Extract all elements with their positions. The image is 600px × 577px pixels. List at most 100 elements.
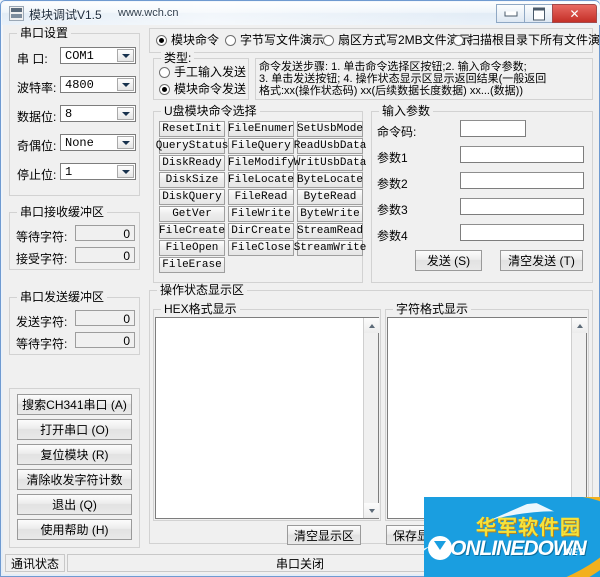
window-controls: ✕ <box>496 4 597 23</box>
param2-input[interactable] <box>460 172 584 189</box>
exit-button[interactable]: 退出 (Q) <box>17 494 132 515</box>
recv-buffer-caption: 串口接收缓冲区 <box>17 206 108 218</box>
maximize-icon <box>532 7 545 20</box>
radio-byte-write-file-demo[interactable]: 字节写文件演示 <box>225 34 324 47</box>
minimize-icon <box>504 11 517 16</box>
cmd-fileread-button[interactable]: FileRead <box>228 189 294 205</box>
cmd-filecreate-button[interactable]: FileCreate <box>159 223 225 239</box>
title-bar[interactable]: 模块调试V1.5 www.wch.cn ✕ <box>2 2 600 25</box>
char-display-caption: 字符格式显示 <box>393 303 472 315</box>
cmd-bytewrite-button[interactable]: ByteWrite <box>297 206 363 222</box>
port-combo[interactable]: COM1 <box>60 47 136 64</box>
clear-send-button[interactable]: 清空发送 (T) <box>500 250 583 271</box>
cmd-disksize-button[interactable]: DiskSize <box>159 172 225 188</box>
radio-manual-input-send[interactable]: 手工输入发送 <box>159 66 246 79</box>
cmd-diskquery-button[interactable]: DiskQuery <box>159 189 225 205</box>
char-display-scrollbar[interactable] <box>571 318 587 518</box>
radio-sector-write-2mb-demo[interactable]: 扇区方式写2MB文件演示 <box>323 34 471 47</box>
window-title: 模块调试V1.5 <box>29 8 102 22</box>
chevron-down-icon[interactable] <box>117 78 134 91</box>
chevron-down-icon[interactable] <box>117 165 134 178</box>
open-port-button[interactable]: 打开串口 (O) <box>17 419 132 440</box>
command-select-caption: U盘模块命令选择 <box>161 105 260 117</box>
close-icon: ✕ <box>569 6 580 21</box>
cmd-filemodify-button[interactable]: FileModify <box>228 155 294 171</box>
window-title-url: www.wch.cn <box>118 7 179 19</box>
cmd-fileerase-button[interactable]: FileErase <box>159 257 225 273</box>
watermark-logo: 华军软件园 ONLINEDOWN .NET <box>424 497 600 577</box>
cmd-querystatus-button[interactable]: QueryStatus <box>156 138 228 154</box>
stopbits-combo[interactable]: 1 <box>60 163 136 180</box>
param4-input[interactable] <box>460 224 584 241</box>
reset-module-button[interactable]: 复位模块 (R) <box>17 444 132 465</box>
stopbits-label: 停止位: <box>17 168 57 182</box>
cmd-byteread-button[interactable]: ByteRead <box>297 189 363 205</box>
minimize-button[interactable] <box>496 4 525 23</box>
recv-waiting-label: 等待字符: <box>16 230 68 244</box>
cmd-writusbdata-button[interactable]: WritUsbData <box>294 155 366 171</box>
cmd-streamwrite-button[interactable]: StreamWrite <box>294 240 366 256</box>
cmd-dircreate-button[interactable]: DirCreate <box>228 223 294 239</box>
recv-waiting-field: 0 <box>75 225 135 241</box>
param1-input[interactable] <box>460 146 584 163</box>
chevron-down-icon[interactable] <box>117 107 134 120</box>
scroll-up-icon[interactable] <box>364 318 379 333</box>
port-label: 串 口: <box>17 52 48 66</box>
chevron-down-icon[interactable] <box>117 49 134 62</box>
cmd-bytelocate-button[interactable]: ByteLocate <box>297 172 363 188</box>
radio-module-command[interactable]: 模块命令 <box>156 34 219 47</box>
cmd-filequery-button[interactable]: FileQuery <box>228 138 294 154</box>
databits-label: 数据位: <box>17 110 57 124</box>
cmd-setusbmode-button[interactable]: SetUsbMode <box>297 121 363 137</box>
parity-combo[interactable]: None <box>60 134 136 151</box>
send-buffer-caption: 串口发送缓冲区 <box>17 291 108 303</box>
download-arrow-icon <box>428 536 452 560</box>
close-button[interactable]: ✕ <box>552 4 597 23</box>
cmd-fileopen-button[interactable]: FileOpen <box>159 240 225 256</box>
command-code-input[interactable] <box>460 120 526 137</box>
clear-display-button[interactable]: 清空显示区 <box>287 525 361 545</box>
send-sent-value: 0 <box>123 312 130 326</box>
maximize-button[interactable] <box>524 4 553 23</box>
scroll-down-icon[interactable] <box>364 503 379 518</box>
param3-input[interactable] <box>460 198 584 215</box>
watermark-tld-text: .NET <box>563 547 584 557</box>
radio-module-command-send[interactable]: 模块命令发送 <box>159 83 246 96</box>
cmd-resetinit-button[interactable]: ResetInit <box>159 121 225 137</box>
send-button[interactable]: 发送 (S) <box>415 250 482 271</box>
watermark-cn-text: 华军软件园 <box>476 517 581 539</box>
cmd-filewrite-button[interactable]: FileWrite <box>228 206 294 222</box>
param1-label: 参数1 <box>377 151 408 165</box>
databits-value: 8 <box>65 107 73 121</box>
search-ch341-port-button[interactable]: 搜索CH341串口 (A) <box>17 394 132 415</box>
send-sent-field: 0 <box>75 310 135 326</box>
recv-received-value: 0 <box>123 249 130 263</box>
baud-value: 4800 <box>65 78 94 92</box>
char-display-textarea[interactable] <box>387 317 587 519</box>
help-button[interactable]: 使用帮助 (H) <box>17 519 132 540</box>
cmd-readusbdata-button[interactable]: ReadUsbData <box>294 138 366 154</box>
client-area: 串口设置 串 口: COM1 波特率: 4800 数据位: 8 奇偶位: Non… <box>3 25 600 552</box>
param2-label: 参数2 <box>377 177 408 191</box>
hex-display-caption: HEX格式显示 <box>161 303 240 315</box>
scroll-up-icon[interactable] <box>572 318 587 333</box>
cmd-filelocate-button[interactable]: FileLocate <box>228 172 294 188</box>
cmd-fileenumer-button[interactable]: FileEnumer <box>228 121 294 137</box>
cmd-getver-button[interactable]: GetVer <box>159 206 225 222</box>
cmd-fileclose-button[interactable]: FileClose <box>228 240 294 256</box>
databits-combo[interactable]: 8 <box>60 105 136 122</box>
radio-scan-root-files-demo[interactable]: 扫描根目录下所有文件演示 <box>453 34 600 47</box>
chevron-down-icon[interactable] <box>117 136 134 149</box>
clear-counters-button[interactable]: 清除收发字符计数 <box>17 469 132 490</box>
hex-display-scrollbar[interactable] <box>363 318 379 518</box>
window-frame: 模块调试V1.5 www.wch.cn ✕ 串口设置 串 口: COM1 波特率… <box>0 0 600 577</box>
cmd-diskready-button[interactable]: DiskReady <box>159 155 225 171</box>
stopbits-value: 1 <box>65 165 73 179</box>
type-group-caption: 类型: <box>161 52 195 64</box>
status-label-panel: 通讯状态 <box>5 554 65 572</box>
param3-label: 参数3 <box>377 203 408 217</box>
cmd-streamread-button[interactable]: StreamRead <box>297 223 363 239</box>
hex-display-textarea[interactable] <box>155 317 379 519</box>
baud-combo[interactable]: 4800 <box>60 76 136 93</box>
command-code-label: 命令码: <box>377 125 417 139</box>
